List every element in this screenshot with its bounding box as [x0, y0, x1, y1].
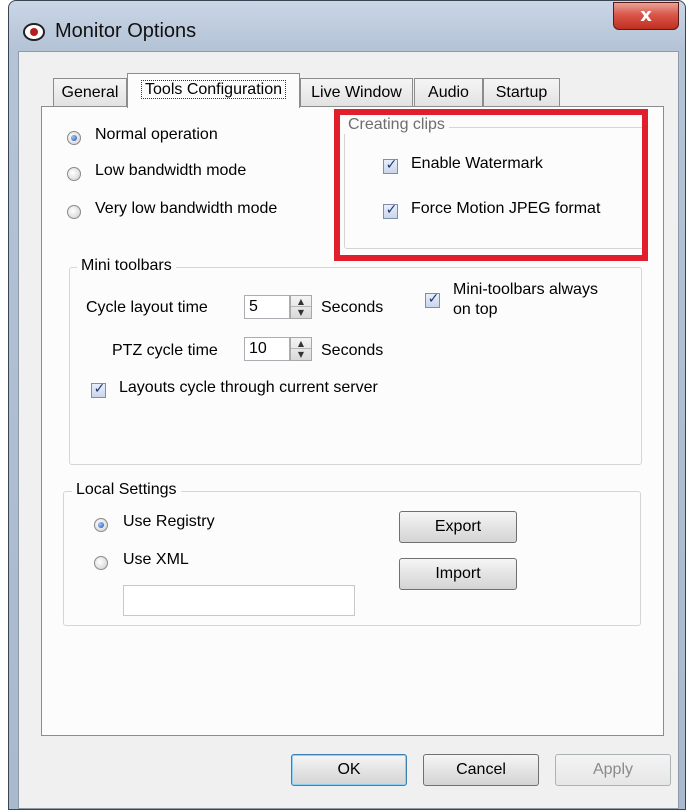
use-registry-radio[interactable] — [94, 518, 108, 532]
check-icon: ✓ — [427, 291, 440, 307]
ptz-cycle-time-input[interactable]: 10 — [244, 337, 290, 361]
window-title: Monitor Options — [55, 20, 197, 42]
mini-toolbars-legend: Mini toolbars — [77, 257, 176, 275]
very-low-bandwidth-radio[interactable] — [67, 205, 81, 219]
tab-startup[interactable]: Startup — [483, 78, 560, 106]
layouts-cycle-label: Layouts cycle through current server — [119, 379, 378, 396]
cycle-layout-time-input[interactable]: 5 — [244, 295, 290, 319]
cycle-layout-unit: Seconds — [321, 299, 384, 316]
mini-toolbars-always-on-top-checkbox[interactable]: ✓ — [425, 291, 440, 308]
creating-clips-group — [344, 127, 646, 249]
low-bandwidth-radio[interactable] — [67, 167, 81, 181]
tab-audio[interactable]: Audio — [414, 78, 483, 106]
creating-clips-legend: Creating clips — [344, 116, 449, 134]
normal-operation-label: Normal operation — [95, 126, 218, 143]
spin-up-icon[interactable]: ▲ — [291, 296, 311, 307]
xml-path-input[interactable] — [123, 585, 355, 616]
force-mjpeg-label: Force Motion JPEG format — [411, 200, 601, 217]
ptz-cycle-unit: Seconds — [321, 342, 384, 359]
use-registry-label: Use Registry — [123, 513, 215, 530]
close-button[interactable]: x — [613, 2, 679, 30]
normal-operation-radio[interactable] — [67, 131, 81, 145]
mini-toolbars-always-on-top-label: Mini-toolbars always on top — [453, 281, 598, 318]
monitor-options-window: Monitor Options x General Tools Configur… — [8, 0, 686, 810]
use-xml-label: Use XML — [123, 551, 189, 568]
check-icon: ✓ — [93, 381, 106, 397]
cycle-layout-spinner[interactable]: ▲ ▼ — [290, 295, 312, 319]
cycle-layout-time-label: Cycle layout time — [86, 299, 208, 316]
ok-button[interactable]: OK — [291, 754, 407, 786]
tab-tools-configuration[interactable]: Tools Configuration — [127, 73, 300, 108]
dialog-client-area: General Tools Configuration Live Window … — [18, 51, 679, 809]
spin-down-icon[interactable]: ▼ — [291, 307, 311, 318]
cancel-button[interactable]: Cancel — [423, 754, 539, 786]
import-button[interactable]: Import — [399, 558, 517, 590]
very-low-bandwidth-label: Very low bandwidth mode — [95, 200, 278, 217]
layouts-cycle-checkbox[interactable]: ✓ — [91, 381, 106, 398]
enable-watermark-label: Enable Watermark — [411, 155, 543, 172]
ptz-cycle-spinner[interactable]: ▲ ▼ — [290, 337, 312, 361]
tools-configuration-panel: Normal operation Low bandwidth mode Very… — [41, 106, 664, 736]
app-eye-icon — [23, 23, 45, 41]
spin-up-icon[interactable]: ▲ — [291, 338, 311, 349]
check-icon: ✓ — [385, 202, 398, 218]
export-button[interactable]: Export — [399, 511, 517, 543]
tab-live-window[interactable]: Live Window — [300, 78, 413, 106]
use-xml-radio[interactable] — [94, 556, 108, 570]
ptz-cycle-time-label: PTZ cycle time — [112, 342, 218, 359]
spin-down-icon[interactable]: ▼ — [291, 349, 311, 360]
local-settings-legend: Local Settings — [72, 481, 181, 499]
check-icon: ✓ — [385, 157, 398, 173]
apply-button[interactable]: Apply — [555, 754, 671, 786]
low-bandwidth-label: Low bandwidth mode — [95, 162, 247, 179]
force-mjpeg-checkbox[interactable]: ✓ — [383, 202, 398, 219]
tab-general[interactable]: General — [53, 78, 127, 106]
enable-watermark-checkbox[interactable]: ✓ — [383, 157, 398, 174]
